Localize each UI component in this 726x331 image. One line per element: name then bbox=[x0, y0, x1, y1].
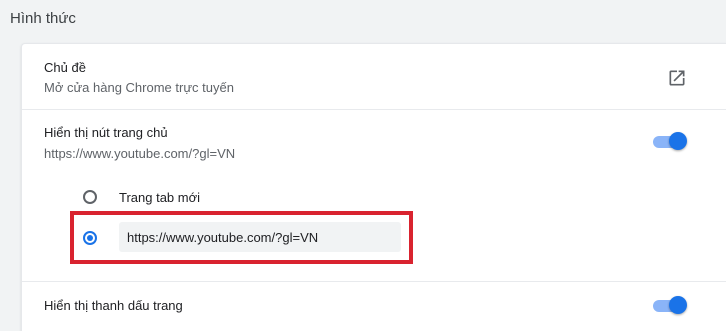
home-button-toggle[interactable] bbox=[651, 132, 687, 150]
section-title: Hình thức bbox=[10, 10, 76, 27]
home-button-row: Hiển thị nút trang chủ https://www.youtu… bbox=[22, 109, 726, 164]
bookmarks-bar-toggle[interactable] bbox=[651, 296, 687, 314]
home-url-input[interactable] bbox=[119, 222, 401, 252]
settings-card: Chủ đề Mở cửa hàng Chrome trực tuyến Hiể… bbox=[21, 43, 726, 331]
radio-custom-url[interactable] bbox=[83, 231, 97, 245]
home-button-sublabel: https://www.youtube.com/?gl=VN bbox=[44, 146, 236, 161]
theme-sublabel: Mở cửa hàng Chrome trực tuyến bbox=[44, 80, 234, 95]
radio-new-tab-label: Trang tab mới bbox=[119, 190, 201, 205]
theme-label: Chủ đề bbox=[44, 60, 86, 75]
home-button-label: Hiển thị nút trang chủ bbox=[44, 125, 168, 140]
appearance-settings: Hình thức Chủ đề Mở cửa hàng Chrome trực… bbox=[0, 0, 726, 331]
toggle-knob bbox=[669, 296, 687, 314]
bookmarks-bar-row: Hiển thị thanh dấu trang bbox=[22, 281, 726, 331]
radio-new-tab[interactable] bbox=[83, 190, 97, 204]
open-in-new-icon[interactable] bbox=[667, 68, 687, 88]
toggle-knob bbox=[669, 132, 687, 150]
bookmarks-bar-label: Hiển thị thanh dấu trang bbox=[44, 298, 183, 313]
theme-row[interactable]: Chủ đề Mở cửa hàng Chrome trực tuyến bbox=[22, 44, 726, 109]
